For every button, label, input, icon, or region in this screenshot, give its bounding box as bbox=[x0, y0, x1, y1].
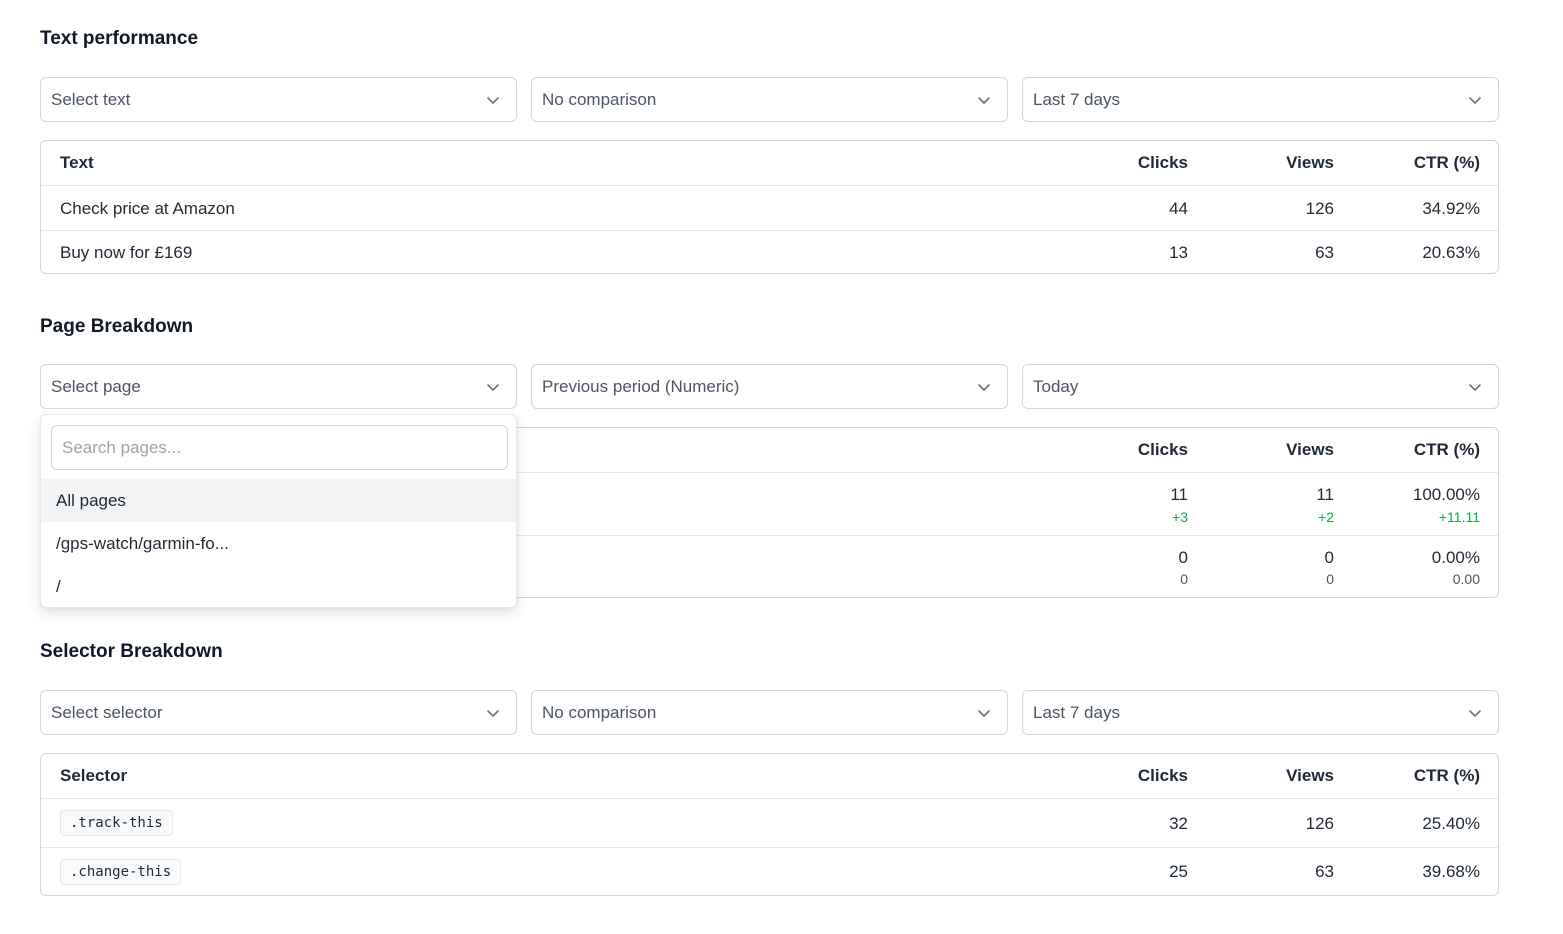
selector-code-chip: .track-this bbox=[60, 810, 173, 836]
selector-breakdown-filters: Select selector No comparison Last 7 day… bbox=[40, 690, 1499, 735]
column-header-clicks[interactable]: Clicks bbox=[1138, 766, 1188, 786]
table-row: Check price at Amazon 44 126 34.92% bbox=[41, 185, 1498, 230]
row-views: 63 bbox=[1315, 862, 1334, 881]
selector-code-chip: .change-this bbox=[60, 859, 182, 885]
column-header-clicks[interactable]: Clicks bbox=[1138, 440, 1188, 460]
table-header: Text Clicks Views CTR (%) bbox=[41, 141, 1498, 185]
selector-breakdown-table: Selector Clicks Views CTR (%) .track-thi… bbox=[40, 753, 1499, 896]
row-views: 126 bbox=[1305, 199, 1334, 218]
chevron-down-icon bbox=[1468, 706, 1482, 720]
table-row: Buy now for £169 13 63 20.63% bbox=[41, 230, 1498, 273]
comparison-select[interactable]: No comparison bbox=[531, 77, 1008, 122]
row-ctr: 100.00% bbox=[1412, 485, 1480, 504]
column-header-views[interactable]: Views bbox=[1286, 153, 1334, 173]
row-views: 0 bbox=[1324, 548, 1334, 567]
comparison-select[interactable]: Previous period (Numeric) bbox=[531, 364, 1008, 409]
comparison-select[interactable]: No comparison bbox=[531, 690, 1008, 735]
select-value: Select selector bbox=[51, 702, 163, 722]
select-value: Last 7 days bbox=[1033, 89, 1120, 109]
select-value: Last 7 days bbox=[1033, 702, 1120, 722]
text-performance-table: Text Clicks Views CTR (%) Check price at… bbox=[40, 140, 1499, 274]
row-clicks: 0 bbox=[1178, 548, 1188, 567]
page-option-gps-watch[interactable]: /gps-watch/garmin-fo... bbox=[41, 522, 516, 565]
column-header-views[interactable]: Views bbox=[1286, 440, 1334, 460]
page-select[interactable]: Select page bbox=[40, 364, 517, 409]
date-range-select[interactable]: Today bbox=[1022, 364, 1499, 409]
row-ctr: 25.40% bbox=[1422, 814, 1480, 833]
chevron-down-icon bbox=[486, 93, 500, 107]
row-clicks-delta: 0 bbox=[1180, 571, 1188, 587]
text-select[interactable]: Select text bbox=[40, 77, 517, 122]
row-views-delta: 0 bbox=[1326, 571, 1334, 587]
row-ctr: 39.68% bbox=[1422, 862, 1480, 881]
section-title: Selector Breakdown bbox=[40, 641, 223, 662]
text-performance-filters: Select text No comparison Last 7 days bbox=[40, 77, 1499, 122]
section-title: Text performance bbox=[40, 28, 199, 49]
text-performance-section: Text performance Select text No comparis… bbox=[40, 27, 1499, 274]
column-header-ctr[interactable]: CTR (%) bbox=[1414, 153, 1480, 173]
selector-breakdown-section: Selector Breakdown Select selector No co… bbox=[40, 640, 1499, 896]
row-views-delta: +2 bbox=[1318, 509, 1334, 525]
select-value: No comparison bbox=[542, 89, 657, 109]
row-text: Buy now for £169 bbox=[60, 243, 193, 262]
row-views: 63 bbox=[1315, 243, 1334, 262]
chevron-down-icon bbox=[486, 706, 500, 720]
row-clicks: 44 bbox=[1169, 199, 1188, 218]
table-row: .track-this 32 126 25.40% bbox=[41, 798, 1498, 847]
row-ctr-delta: +11.11 bbox=[1438, 509, 1480, 525]
chevron-down-icon bbox=[1468, 93, 1482, 107]
column-header-selector[interactable]: Selector bbox=[60, 766, 127, 786]
select-value: Select page bbox=[51, 376, 141, 396]
table-row: .change-this 25 63 39.68% bbox=[41, 847, 1498, 895]
row-clicks: 32 bbox=[1169, 814, 1188, 833]
page-option-root[interactable]: / bbox=[41, 565, 516, 608]
page-option-all-pages[interactable]: All pages bbox=[41, 479, 516, 522]
row-views: 126 bbox=[1305, 814, 1334, 833]
chevron-down-icon bbox=[486, 380, 500, 394]
column-header-ctr[interactable]: CTR (%) bbox=[1414, 440, 1480, 460]
row-clicks: 25 bbox=[1169, 862, 1188, 881]
page-breakdown-section: Page Breakdown Select page Previous peri… bbox=[40, 315, 1499, 598]
select-value: Select text bbox=[51, 89, 131, 109]
table-header: Selector Clicks Views CTR (%) bbox=[41, 754, 1498, 798]
chevron-down-icon bbox=[977, 380, 991, 394]
page-select-dropdown: All pages /gps-watch/garmin-fo... / bbox=[40, 414, 517, 608]
analytics-page: Text performance Select text No comparis… bbox=[0, 0, 1563, 934]
column-header-clicks[interactable]: Clicks bbox=[1138, 153, 1188, 173]
chevron-down-icon bbox=[977, 93, 991, 107]
row-clicks: 11 bbox=[1170, 485, 1188, 504]
selector-select[interactable]: Select selector bbox=[40, 690, 517, 735]
column-header-views[interactable]: Views bbox=[1286, 766, 1334, 786]
column-header-text[interactable]: Text bbox=[60, 153, 94, 173]
row-clicks: 13 bbox=[1169, 243, 1188, 262]
column-header-ctr[interactable]: CTR (%) bbox=[1414, 766, 1480, 786]
search-pages-input[interactable] bbox=[51, 425, 508, 470]
section-title: Page Breakdown bbox=[40, 316, 194, 337]
select-value: No comparison bbox=[542, 702, 657, 722]
date-range-select[interactable]: Last 7 days bbox=[1022, 77, 1499, 122]
chevron-down-icon bbox=[977, 706, 991, 720]
row-ctr: 34.92% bbox=[1422, 199, 1480, 218]
select-value: Today bbox=[1033, 376, 1079, 396]
select-value: Previous period (Numeric) bbox=[542, 376, 740, 396]
chevron-down-icon bbox=[1468, 380, 1482, 394]
page-breakdown-filters: Select page Previous period (Numeric) To… bbox=[40, 364, 1499, 409]
row-views: 11 bbox=[1316, 485, 1334, 504]
row-ctr: 0.00% bbox=[1431, 548, 1480, 567]
row-ctr: 20.63% bbox=[1422, 243, 1480, 262]
row-ctr-delta: 0.00 bbox=[1452, 571, 1480, 587]
date-range-select[interactable]: Last 7 days bbox=[1022, 690, 1499, 735]
row-text: Check price at Amazon bbox=[60, 199, 235, 218]
row-clicks-delta: +3 bbox=[1172, 509, 1188, 525]
